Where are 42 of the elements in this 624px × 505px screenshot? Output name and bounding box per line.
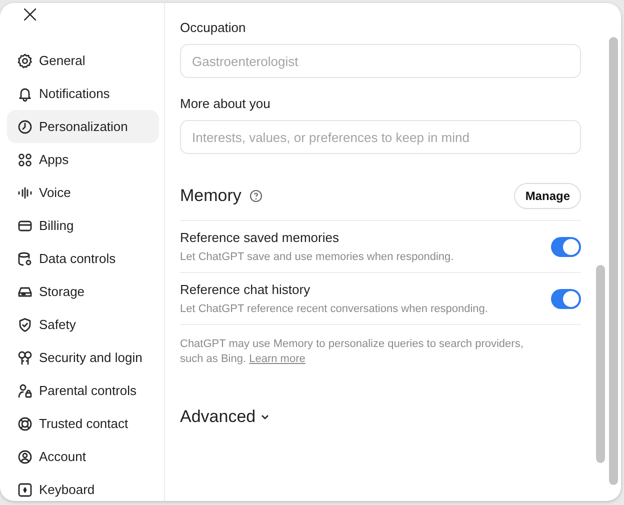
sidebar-item[interactable]: Parental controls (7, 374, 159, 407)
advanced-toggle[interactable]: Advanced (180, 407, 270, 427)
keys-icon (17, 350, 33, 366)
sidebar-item[interactable]: Storage (7, 275, 159, 308)
waveform-icon (17, 184, 33, 200)
setting-description: Let ChatGPT reference recent conversations when responding. (180, 303, 489, 315)
user-circle-icon (17, 448, 33, 464)
people-icon (17, 382, 33, 398)
sidebar-item[interactable]: Billing (7, 209, 159, 242)
help-icon[interactable] (249, 189, 264, 203)
close-button[interactable]: × (20, 3, 40, 25)
memory-note: ChatGPT may use Memory to personalize queries to search providers, such as Bing. Learn more (180, 337, 524, 367)
section-title: Memory (180, 186, 242, 206)
sidebar-item[interactable]: Data controls (7, 242, 159, 275)
chevron-icon (260, 412, 270, 422)
clock-icon (17, 118, 33, 134)
sidebar-item[interactable]: General (7, 44, 159, 77)
bell-icon (17, 86, 33, 102)
field-label: Occupation (180, 20, 247, 35)
sidebar-item[interactable]: Safety (7, 308, 159, 341)
grid-icon (17, 152, 33, 168)
input-field[interactable]: Gastroenterologist (180, 44, 581, 78)
input-field[interactable]: Interests, values, or preferences to keep in mind (180, 120, 581, 154)
lifebuoy-icon (17, 416, 33, 432)
toggle-switch[interactable] (551, 288, 581, 308)
setting-title: Reference saved memories (180, 230, 340, 245)
gear-icon (17, 52, 33, 68)
manage-button[interactable]: Manage (514, 183, 581, 209)
setting-title: Reference chat history (180, 282, 312, 297)
shield-icon (17, 316, 33, 332)
sidebar-item[interactable]: Notifications (7, 77, 159, 110)
toggle-switch[interactable] (551, 236, 581, 256)
setting-description: Let ChatGPT save and use memories when responding. (180, 251, 455, 263)
sidebar-item[interactable]: Voice (7, 176, 159, 209)
sidebar-item[interactable]: Security and login (7, 341, 159, 374)
sidebar-item[interactable]: Account (7, 440, 159, 473)
sidebar-item[interactable]: Apps (7, 143, 159, 176)
sidebar-item[interactable]: Trusted contact (7, 407, 159, 440)
database-icon (17, 250, 33, 266)
sidebar-item[interactable]: Keyboard (7, 473, 159, 501)
field-label: More about you (180, 96, 272, 111)
sidebar-item[interactable]: Personalization (7, 110, 159, 143)
